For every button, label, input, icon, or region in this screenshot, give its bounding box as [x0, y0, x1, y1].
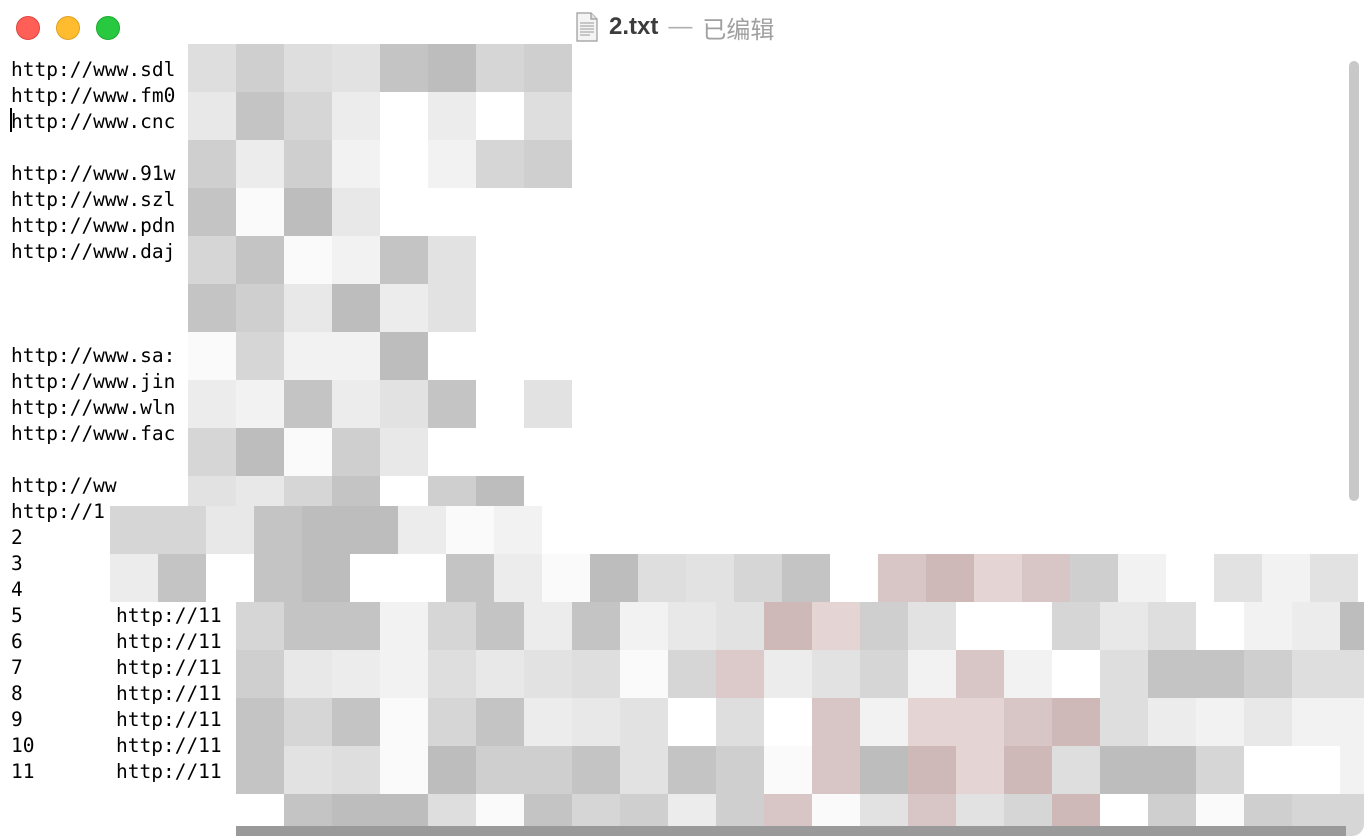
- text-line: http://www.fm0: [11, 84, 176, 107]
- text-editor-window: 2.txt — 已编辑 http://www.sdl http://www.fm0…: [0, 0, 1364, 836]
- scrollbar-thumb[interactable]: [1349, 61, 1359, 501]
- line-number: 5: [11, 604, 23, 627]
- numbered-text-line: 6 http://11: [11, 629, 222, 655]
- text-line: http://www.wln: [11, 396, 176, 419]
- line-number: 8: [11, 682, 23, 705]
- numbered-text-line: 11 http://11: [11, 759, 222, 785]
- text-line: http://1: [11, 500, 105, 523]
- line-number: 7: [11, 656, 23, 679]
- text-line: http://www.cnc: [11, 110, 176, 133]
- line-url: http://11: [116, 604, 222, 627]
- text-line: http://www.pdn: [11, 214, 176, 237]
- line-number: 9: [11, 708, 23, 731]
- title-bar: 2.txt — 已编辑: [0, 0, 1364, 54]
- vertical-scrollbar[interactable]: [1346, 54, 1364, 836]
- window-title[interactable]: 2.txt — 已编辑: [575, 10, 774, 44]
- line-url: http://11: [116, 526, 222, 549]
- document-name: 2.txt: [609, 13, 659, 40]
- text-line: http://www.sdl: [11, 58, 176, 81]
- text-line: http://ww: [11, 474, 117, 497]
- edited-status: 已编辑: [702, 16, 775, 44]
- close-button[interactable]: [16, 16, 40, 40]
- numbered-text-line: 8 http://11: [11, 681, 222, 707]
- numbered-text-line: 9 http://11: [11, 707, 222, 733]
- text-line: http://www.szl: [11, 188, 176, 211]
- line-url: http://11: [116, 760, 222, 783]
- numbered-text-line: 7 http://11: [11, 655, 222, 681]
- line-url: http://11: [116, 682, 222, 705]
- text-line: http://www.sa:: [11, 344, 176, 367]
- line-number: 11: [11, 760, 35, 783]
- line-url: http://11: [116, 708, 222, 731]
- line-url: http://11: [116, 656, 222, 679]
- numbered-text-line: 4 http://11: [11, 577, 222, 603]
- minimize-button[interactable]: [56, 16, 80, 40]
- numbered-text-line: 2 http://11: [11, 525, 222, 551]
- text-cursor: [10, 108, 12, 132]
- zoom-button[interactable]: [96, 16, 120, 40]
- line-url: http://11: [116, 552, 222, 575]
- line-number: 6: [11, 630, 23, 653]
- text-line: http://www.daj: [11, 240, 176, 263]
- text-line: http://www.jin: [11, 370, 176, 393]
- text-line: http://www.91w: [11, 162, 176, 185]
- text-line: http://www.fac: [11, 422, 176, 445]
- numbered-text-line: 3 http://11: [11, 551, 222, 577]
- line-number: 10: [11, 734, 35, 757]
- numbered-text-line: 10 http://11: [11, 733, 222, 759]
- line-url: http://11: [116, 630, 222, 653]
- line-url: http://11: [116, 578, 222, 601]
- line-url: http://11: [116, 734, 222, 757]
- line-number: 2: [11, 526, 23, 549]
- numbered-text-line: 5 http://11: [11, 603, 222, 629]
- title-separator: —: [668, 13, 693, 40]
- line-number: 3: [11, 552, 23, 575]
- text-document-icon: [575, 12, 599, 42]
- text-area[interactable]: http://www.sdl http://www.fm0 http://www.c…: [0, 54, 1346, 836]
- line-number: 4: [11, 578, 23, 601]
